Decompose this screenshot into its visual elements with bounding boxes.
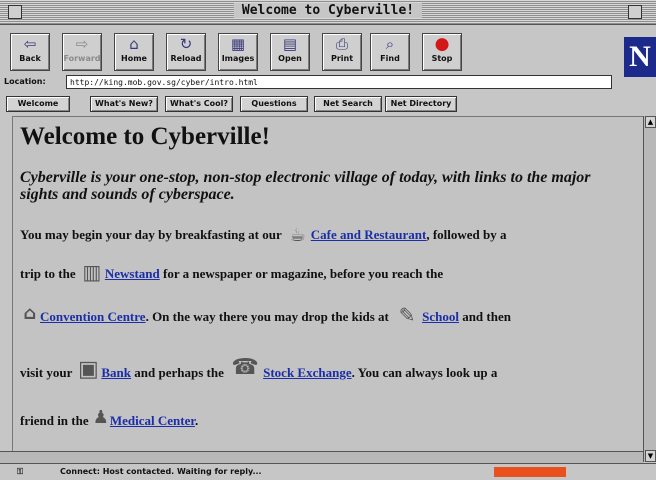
body-line-4: visit your ▣ Bank and perhaps the ☎ Stock … [20, 355, 497, 393]
convention-centre-link[interactable]: Convention Centre [40, 309, 146, 324]
forward-arrow-icon: ⇨ [75, 35, 89, 53]
window-title: Welcome to Cyberville! [233, 3, 423, 18]
back-label: Back [19, 54, 41, 63]
line2-text: trip to the [20, 265, 76, 281]
find-label: Find [380, 54, 400, 63]
forward-button[interactable]: ⇨ Forward [62, 33, 102, 71]
line4-post: . You can always look up a [351, 364, 498, 380]
scroll-up-icon[interactable]: ▲ [645, 116, 656, 128]
horizontal-scrollbar[interactable] [0, 451, 643, 463]
questions-button[interactable]: Questions [240, 96, 308, 112]
convention-centre-icon[interactable]: ⌂ [20, 303, 40, 333]
home-button[interactable]: ⌂ Home [114, 33, 154, 71]
location-input[interactable]: http://king.mob.gov.sg/cyber/intro.html [66, 75, 612, 89]
net-directory-button[interactable]: Net Directory [385, 96, 457, 112]
line1-post: , followed by a [426, 226, 507, 242]
stock-exchange-link[interactable]: Stock Exchange [263, 365, 351, 380]
open-icon: ▤ [282, 35, 298, 53]
medical-center-icon[interactable]: ♟ [92, 407, 110, 437]
body-line-3: ⌂ Convention Centre. On the way there you… [20, 303, 511, 333]
intro-text: Cyberville is your one-stop, non-stop el… [20, 169, 591, 203]
print-button[interactable]: ⎙ Print [322, 33, 362, 71]
close-box[interactable] [8, 5, 22, 19]
reload-icon: ↻ [179, 35, 193, 53]
whats-new-button[interactable]: What's New? [90, 96, 158, 112]
security-key-icon: ⚿ [17, 467, 24, 476]
images-button[interactable]: ▦ Images [218, 33, 258, 71]
school-link[interactable]: School [422, 309, 459, 324]
status-text: Connect: Host contacted. Waiting for rep… [60, 467, 262, 476]
page-content: Welcome to Cyberville! Cyberville is you… [12, 116, 644, 463]
stop-label: Stop [431, 54, 453, 63]
welcome-button[interactable]: Welcome [6, 96, 70, 112]
print-label: Print [330, 54, 354, 63]
school-icon[interactable]: ✎ [392, 303, 422, 333]
images-label: Images [221, 54, 255, 63]
body-line-2: trip to the ▥ Newstand for a newspaper or… [20, 260, 443, 290]
status-bar: ⚿ Connect: Host contacted. Waiting for r… [0, 463, 656, 480]
bank-icon[interactable]: ▣ [75, 357, 101, 391]
home-label: Home [121, 54, 147, 63]
forward-label: Forward [63, 54, 101, 63]
line3-mid: . On the way there you may drop the kids… [145, 308, 389, 324]
directory-buttons: Welcome What's New? What's Cool? Questio… [0, 95, 620, 113]
open-label: Open [278, 54, 302, 63]
reload-button[interactable]: ↻ Reload [166, 33, 206, 71]
bank-link[interactable]: Bank [101, 365, 131, 380]
medical-center-link[interactable]: Medical Center [110, 413, 195, 428]
line4-mid: and perhaps the [134, 364, 224, 380]
stop-button[interactable]: ● Stop [422, 33, 462, 71]
net-search-button[interactable]: Net Search [314, 96, 382, 112]
images-icon: ▦ [230, 35, 246, 53]
body-line-1: You may begin your day by breakfasting a… [20, 225, 506, 247]
body-line-5: friend in the ♟Medical Center. [20, 407, 198, 437]
binoculars-icon: ⌕ [385, 35, 395, 53]
toolbar: ⇦ Back ⇨ Forward ⌂ Home ↻ Reload ▦ Image… [0, 25, 656, 77]
scroll-down-icon[interactable]: ▼ [645, 450, 656, 462]
open-button[interactable]: ▤ Open [270, 33, 310, 71]
line5-post: . [194, 412, 199, 428]
stop-icon: ● [434, 34, 450, 54]
title-bar[interactable]: Welcome to Cyberville! [0, 0, 656, 25]
whats-cool-button[interactable]: What's Cool? [165, 96, 233, 112]
line5-text: friend in the [20, 412, 89, 428]
newstand-link[interactable]: Newstand [105, 266, 160, 281]
reload-label: Reload [170, 54, 202, 63]
location-label: Location: [4, 77, 46, 86]
line3-post: and then [462, 308, 511, 324]
page-title: Welcome to Cyberville! [20, 123, 270, 150]
printer-icon: ⎙ [335, 35, 348, 53]
cafe-icon[interactable]: ☕ [285, 225, 311, 247]
find-button[interactable]: ⌕ Find [370, 33, 410, 71]
browser-window: Welcome to Cyberville! ⇦ Back ⇨ Forward … [0, 0, 656, 480]
cafe-restaurant-link[interactable]: Cafe and Restaurant [311, 227, 427, 242]
zoom-box[interactable] [628, 5, 642, 19]
line1-text: You may begin your day by breakfasting a… [20, 226, 282, 242]
back-button[interactable]: ⇦ Back [10, 33, 50, 71]
line2-post: for a newspaper or magazine, before you … [163, 265, 444, 281]
location-bar: Location: http://king.mob.gov.sg/cyber/i… [0, 74, 620, 92]
stock-exchange-icon[interactable]: ☎ [227, 355, 263, 393]
vertical-scrollbar[interactable]: ▲ ▼ [643, 116, 656, 462]
home-icon: ⌂ [129, 35, 139, 53]
netscape-logo[interactable]: N [624, 37, 656, 77]
progress-bar [494, 467, 566, 477]
back-arrow-icon: ⇦ [23, 35, 37, 53]
newstand-icon[interactable]: ▥ [79, 260, 105, 290]
line4-text: visit your [20, 364, 73, 380]
